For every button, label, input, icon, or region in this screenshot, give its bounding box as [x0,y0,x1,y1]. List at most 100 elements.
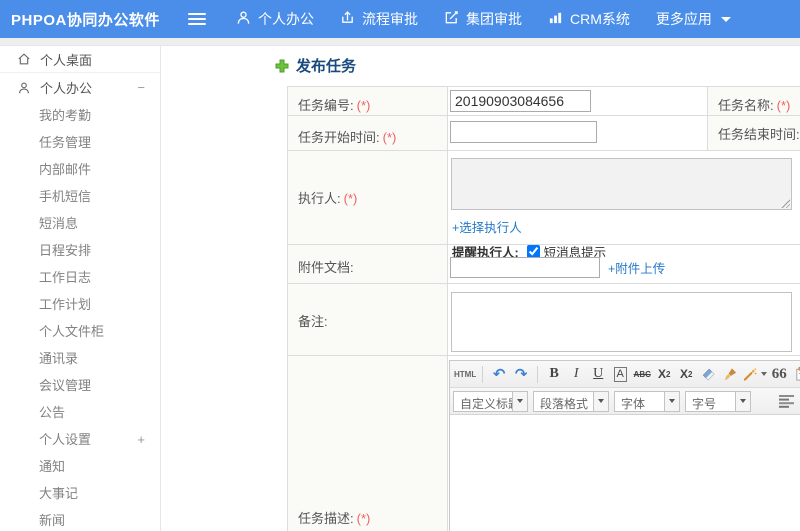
italic-button[interactable]: I [566,364,586,384]
sidebar-item-notice[interactable]: 通知 [0,453,160,480]
form-row-attachment: 附件文档: +附件上传 [288,245,800,284]
caret-down-icon [512,391,527,411]
collapse-icon[interactable]: − [137,80,145,95]
sidebar-item-label: 公告 [39,405,66,420]
sidebar-item-news[interactable]: 新闻 [0,507,160,531]
sidebar-item-task-management[interactable]: 任务管理 [0,129,160,156]
sidebar-item-label: 个人设置 [39,432,92,447]
paste-icon[interactable]: T [791,364,800,384]
caret-down-icon [720,16,731,22]
required-mark: (*) [776,98,791,113]
font-family-select[interactable]: 字体 [614,390,680,412]
nav-more-apps[interactable]: 更多应用 [656,9,731,29]
plus-icon [275,59,289,72]
heading-select[interactable]: 自定义标题 [453,390,528,412]
undo-icon[interactable]: ↶ [489,364,509,384]
sidebar-group-label: 个人办公 [40,81,93,96]
underline-button[interactable]: U [588,364,608,384]
sidebar-item-label: 通讯录 [39,351,79,366]
sidebar-item-internal-mail[interactable]: 内部邮件 [0,156,160,183]
end-time-label: 任务结束时间: [718,127,800,142]
sidebar-item-contacts[interactable]: 通讯录 [0,345,160,372]
description-label: 任务描述: [298,511,354,526]
font-size-select[interactable]: 字号 [685,390,751,412]
start-time-input[interactable] [450,121,597,143]
sidebar-group-personal-office[interactable]: 个人办公 − [0,73,160,102]
redo-icon[interactable]: ↷ [511,364,531,384]
subscript-button[interactable]: X2 [676,364,696,384]
nav-label: 流程审批 [362,11,418,27]
required-mark: (*) [343,191,358,206]
attachment-input[interactable] [450,257,600,278]
sidebar-item-desktop[interactable]: 个人桌面 [0,46,160,73]
sidebar-item-sms[interactable]: 手机短信 [0,183,160,210]
task-number-label: 任务编号: [298,98,354,113]
caret-down-icon [761,372,768,376]
page-title: 发布任务 [275,55,356,76]
task-number-input[interactable] [450,90,591,112]
required-mark: (*) [382,130,397,145]
top-nav: 个人办公 流程审批 集团审批 CRM系统 更多应用 [236,9,757,29]
sidebar-item-label: 通知 [39,459,66,474]
task-name-label: 任务名称: [718,98,774,113]
sidebar-item-label: 会议管理 [39,378,92,393]
eraser-icon[interactable] [698,364,718,384]
html-source-button[interactable]: HTML [454,364,476,384]
publish-task-form: 任务编号:(*) 任务名称:(*) 任务开始时间:(*) 任务结束时间:(*) … [287,86,800,531]
sidebar-item-announcement[interactable]: 公告 [0,399,160,426]
app-logo: PHPOA协同办公软件 [11,11,160,29]
superscript-button[interactable]: X2 [654,364,674,384]
sidebar-item-label: 新闻 [39,513,66,528]
choose-executor-link[interactable]: +选择执行人 [452,221,522,235]
blockquote-button[interactable]: 66 [769,364,789,384]
sidebar-item-label: 任务管理 [39,135,92,150]
nav-group-approval[interactable]: 集团审批 [444,9,522,29]
highlight-wand-icon[interactable] [742,364,768,384]
form-row-remark: 备注: [288,284,800,356]
person-icon [19,82,29,93]
user-icon [236,10,258,28]
sidebar-item-memorabilia[interactable]: 大事记 [0,480,160,507]
bold-button[interactable]: B [544,364,564,384]
form-row-task-number: 任务编号:(*) 任务名称:(*) [288,87,800,116]
attachment-upload-link[interactable]: +附件上传 [608,258,665,277]
sidebar-item-label: 日程安排 [39,243,92,258]
sidebar-item-work-plan[interactable]: 工作计划 [0,291,160,318]
remark-label: 备注: [298,314,328,329]
sidebar-item-meeting[interactable]: 会议管理 [0,372,160,399]
nav-process-approval[interactable]: 流程审批 [340,9,418,29]
resize-grip[interactable] [780,198,790,208]
nav-crm-system[interactable]: CRM系统 [548,9,630,29]
caret-down-icon [735,391,750,411]
executor-textarea[interactable] [451,158,792,210]
rich-text-editor: HTML ↶ ↷ B I U A ABC X2 X2 66 自定义标 段落格式 … [449,360,800,531]
nav-label: CRM系统 [570,11,630,27]
align-left-icon[interactable] [776,391,796,411]
remark-textarea[interactable] [451,292,792,352]
hamburger-menu-icon[interactable] [188,10,206,28]
sidebar-item-label: 短消息 [39,216,79,231]
sidebar-item-personal-settings[interactable]: 个人设置 + [0,426,160,453]
sidebar-submenu: 我的考勤 任务管理 内部邮件 手机短信 短消息 日程安排 工作日志 工作计划 个… [0,102,160,531]
sidebar-item-schedule[interactable]: 日程安排 [0,237,160,264]
home-icon [18,53,30,65]
sidebar-item-label: 个人桌面 [40,52,93,68]
sidebar-item-short-message[interactable]: 短消息 [0,210,160,237]
sidebar-item-attendance[interactable]: 我的考勤 [0,102,160,129]
sidebar-item-work-log[interactable]: 工作日志 [0,264,160,291]
nav-label: 个人办公 [258,11,314,27]
strikethrough-button[interactable]: ABC [632,364,652,384]
nav-personal-office[interactable]: 个人办公 [236,9,314,29]
caret-down-icon [593,391,608,411]
editor-toolbar-row2: 自定义标题 段落格式 字体 字号 [450,388,800,415]
sidebar-item-file-cabinet[interactable]: 个人文件柜 [0,318,160,345]
required-mark: (*) [356,98,371,113]
expand-icon[interactable]: + [137,426,145,453]
format-brush-icon[interactable] [720,364,740,384]
font-style-button[interactable]: A [610,364,630,384]
description-edit-area[interactable] [450,415,800,531]
nav-label: 更多应用 [655,11,712,27]
start-time-label: 任务开始时间: [298,130,380,145]
caret-down-icon [664,391,679,411]
paragraph-format-select[interactable]: 段落格式 [533,390,609,412]
